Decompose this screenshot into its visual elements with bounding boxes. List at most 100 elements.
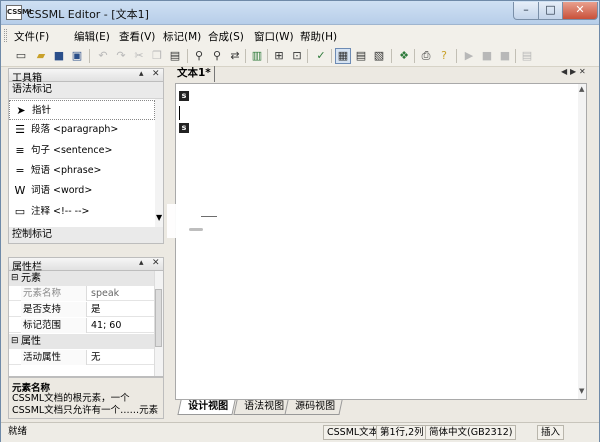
paste-icon[interactable]: ▤ xyxy=(167,48,183,64)
properties-pin-icon[interactable]: ▴ xyxy=(139,258,144,268)
property-key: 标记范围 xyxy=(21,318,87,333)
toolbar-separator xyxy=(515,49,516,63)
properties-close-icon[interactable]: ✕ xyxy=(152,258,160,268)
toolbox-item-word[interactable]: W 词语 <word> xyxy=(9,181,155,201)
validate-icon[interactable]: ✓ xyxy=(313,48,329,64)
insert-attr-icon[interactable]: ⊡ xyxy=(289,48,305,64)
property-value[interactable]: speak xyxy=(89,286,119,301)
insert-tag-icon[interactable]: ⊞ xyxy=(271,48,287,64)
toolbox-close-icon[interactable]: ✕ xyxy=(152,69,160,79)
description-text: CSSML文档的根元素，一个CSSML文档只允许有一个……元素 xyxy=(12,393,159,416)
toolbox-item-phrase[interactable]: = 短语 <phrase> xyxy=(9,161,155,181)
scroll-down-icon[interactable]: ▼ xyxy=(156,213,162,222)
toolbox-item-paragraph[interactable]: ☰ 段落 <paragraph> xyxy=(9,120,155,140)
collapse-icon[interactable]: ⊟ xyxy=(11,271,19,286)
property-value[interactable]: 41; 60 xyxy=(89,318,121,333)
menu-edit[interactable]: 编辑(E) xyxy=(74,29,110,44)
property-value[interactable]: 是 xyxy=(89,302,101,317)
status-encoding: 简体中文(GB2312) xyxy=(425,425,517,440)
menu-help[interactable]: 帮助(H) xyxy=(300,29,337,44)
export-icon[interactable]: ▤ xyxy=(519,48,535,64)
property-value[interactable]: 无 xyxy=(89,350,101,365)
status-position: 第1行,2列 xyxy=(376,425,428,440)
tree-view-icon[interactable]: ▧ xyxy=(371,48,387,64)
properties-header: 属性栏 ▴ ✕ xyxy=(8,257,164,273)
tab-scroll-left-icon[interactable]: ◀ xyxy=(561,67,567,76)
check-icon[interactable]: ❖ xyxy=(396,48,412,64)
print-icon[interactable]: ⎙ xyxy=(418,48,434,64)
find-next-icon[interactable]: ⚲ xyxy=(209,48,225,64)
status-bar: 就绪 CSSML文本 第1行,2列 简体中文(GB2312) 插入 xyxy=(1,422,599,442)
toolbar-separator xyxy=(89,49,90,63)
replace-icon[interactable]: ⇄ xyxy=(227,48,243,64)
menu-window[interactable]: 窗口(W) xyxy=(254,29,294,44)
property-row[interactable]: 元素名称 speak xyxy=(9,286,154,301)
property-key: 元素名称 xyxy=(21,286,87,301)
toolbox-item-label: 段落 <paragraph> xyxy=(31,124,119,135)
redo-icon[interactable]: ↷ xyxy=(113,48,129,64)
menu-markup[interactable]: 标记(M) xyxy=(163,29,201,44)
paragraph-icon: ☰ xyxy=(15,123,25,136)
toolbox-item-label: 短语 <phrase> xyxy=(31,165,102,176)
tab-scroll-right-icon[interactable]: ▶ xyxy=(570,67,576,76)
app-icon: CSSML xyxy=(6,5,33,20)
cut-icon[interactable]: ✂ xyxy=(131,48,147,64)
speak-close-tag-icon[interactable]: s xyxy=(179,123,189,133)
stop-icon[interactable]: ■ xyxy=(497,48,513,64)
property-key: 是否支持 xyxy=(21,302,87,317)
menu-file[interactable]: 文件(F) xyxy=(14,29,49,44)
tab-design-view[interactable]: 设计视图 xyxy=(177,400,236,415)
category-label: 属性 xyxy=(21,336,41,347)
toolbox-group-control[interactable]: 控制标记 xyxy=(9,227,163,243)
sentence-icon: ≡ xyxy=(15,144,25,157)
pause-icon[interactable]: ■ xyxy=(479,48,495,64)
property-category-element[interactable]: ⊟ 元素 xyxy=(9,271,154,286)
window-title: CSSML Editor - [文本1] xyxy=(27,8,149,21)
bookmark-icon[interactable]: ▥ xyxy=(249,48,265,64)
toolbox-group-grammar[interactable]: 语法标记 xyxy=(9,82,163,99)
minimize-button[interactable]: – xyxy=(513,2,539,20)
save-icon[interactable]: ■ xyxy=(51,48,67,64)
toolbox-item-comment[interactable]: ▭ 注释 <!-- --> xyxy=(9,202,155,222)
help-icon[interactable]: ? xyxy=(436,48,452,64)
description-title: 元素名称 xyxy=(12,383,51,394)
new-icon[interactable]: ▭ xyxy=(13,48,29,64)
editor-scrollbar[interactable] xyxy=(578,84,586,399)
copy-icon[interactable]: ❐ xyxy=(149,48,165,64)
property-category-attribute[interactable]: ⊟ 属性 xyxy=(9,334,154,349)
word-icon: W xyxy=(14,184,26,197)
tab-document-1[interactable]: 文本1* xyxy=(174,66,215,82)
property-row[interactable]: 活动属性 无 xyxy=(9,350,154,365)
toolbar-separator xyxy=(456,49,457,63)
toolbox-scrollbar[interactable] xyxy=(155,99,163,229)
menu-synthesis[interactable]: 合成(S) xyxy=(208,29,244,44)
tab-close-icon[interactable]: ✕ xyxy=(579,67,586,76)
title-bar[interactable]: CSSML CSSML Editor - [文本1] – □ ✕ xyxy=(1,1,599,25)
menu-view[interactable]: 查看(V) xyxy=(119,29,155,44)
menu-grip[interactable] xyxy=(4,29,7,42)
maximize-button[interactable]: □ xyxy=(538,2,563,20)
collapse-icon[interactable]: ⊟ xyxy=(11,334,19,349)
toolbox-item-sentence[interactable]: ≡ 句子 <sentence> xyxy=(9,141,155,161)
open-icon[interactable]: ▰ xyxy=(33,48,49,64)
tab-grammar-view[interactable]: 语法视图 xyxy=(233,400,292,415)
find-icon[interactable]: ⚲ xyxy=(191,48,207,64)
toolbox-pin-icon[interactable]: ▴ xyxy=(139,69,144,79)
toolbar-separator xyxy=(267,49,268,63)
save-all-icon[interactable]: ▣ xyxy=(69,48,85,64)
play-icon[interactable]: ▶ xyxy=(461,48,477,64)
scroll-down-icon[interactable]: ▼ xyxy=(579,387,584,395)
speak-open-tag-icon[interactable]: s xyxy=(179,91,189,101)
design-view-icon[interactable]: ▦ xyxy=(335,48,351,64)
toolbox-item-pointer[interactable]: ➤ 指针 xyxy=(9,100,155,120)
scroll-up-icon[interactable]: ▲ xyxy=(579,85,584,93)
tab-source-view[interactable]: 源码视图 xyxy=(284,400,343,415)
properties-scroll-thumb[interactable] xyxy=(155,289,162,347)
property-grid: ⊟ 元素 元素名称 speak 是否支持 是 标记范围 41; 60 ⊟ 属性 … xyxy=(8,271,164,377)
source-view-icon[interactable]: ▤ xyxy=(353,48,369,64)
property-row[interactable]: 标记范围 41; 60 xyxy=(9,318,154,333)
property-row[interactable]: 是否支持 是 xyxy=(9,302,154,317)
design-editor[interactable]: s s ▲ ▼ xyxy=(175,83,587,400)
close-button[interactable]: ✕ xyxy=(562,2,598,20)
undo-icon[interactable]: ↶ xyxy=(95,48,111,64)
